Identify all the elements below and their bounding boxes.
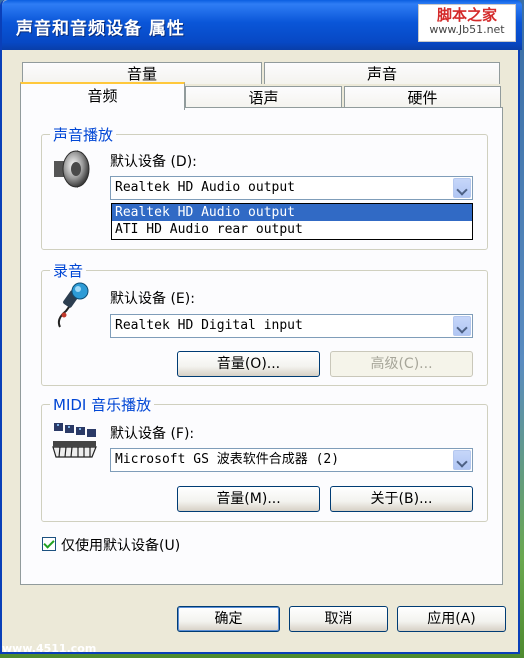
midi-default-device-label: 默认设备 (F): [110,423,194,443]
watermark-line2: www.Jb51.net [429,22,505,36]
microphone-icon [57,282,89,328]
tab-voice-label: 语声 [248,89,279,107]
tab-sounds[interactable]: 声音 [264,62,500,84]
chevron-down-icon[interactable] [453,178,471,198]
playback-label-text: 默认设备 [110,154,166,170]
recording-group: 录音 默认设备 (E): Realtek HD Digital input 音量… [41,260,488,386]
chevron-down-icon[interactable] [453,316,471,336]
recording-group-label: 录音 [50,260,87,281]
watermark-line1: 脚本之家 [436,6,497,24]
playback-default-device-label: 默认设备 (D): [110,151,197,171]
chevron-down-icon[interactable] [453,450,471,470]
midi-label-key: (F): [170,426,195,442]
tab-audio[interactable]: 音频 [20,82,185,110]
ok-button[interactable]: 确定 [177,606,280,632]
midi-label-text: 默认设备 [110,426,166,442]
midi-group: MIDI 音乐播放 默认设备 (F): Microsoft GS 波表软件合成器… [41,394,488,522]
playback-device-dropdown-list[interactable]: Realtek HD Audio output ATI HD Audio rea… [111,203,473,240]
speaker-icon [54,150,90,188]
recording-device-value: Realtek HD Digital input [115,318,303,333]
midi-about-button[interactable]: 关于(B)... [330,486,473,512]
only-default-checkbox[interactable] [42,537,56,551]
bottom-watermark: www.4511.com [2,642,97,655]
tab-voice[interactable]: 语声 [185,86,342,108]
recording-label-key: (E): [170,291,195,307]
midi-device-value: Microsoft GS 波表软件合成器 (2) [115,452,340,467]
midi-group-label: MIDI 音乐播放 [50,394,155,415]
properties-window: 声音和音频设备 属性 脚本之家 www.Jb51.net 音量 声音 音频 语声… [0,0,522,654]
playback-label-key: (D): [170,154,197,170]
tab-volume[interactable]: 音量 [22,62,262,84]
audio-tab-panel: 声音播放 默认设备 (D): Realtek HD Audio output 录… [20,107,503,585]
recording-default-device-label: 默认设备 (E): [110,288,195,308]
tab-volume-label: 音量 [126,65,157,83]
recording-device-select[interactable]: Realtek HD Digital input [110,314,473,338]
tab-hardware-label: 硬件 [407,89,438,107]
playback-device-value: Realtek HD Audio output [115,180,296,195]
playback-device-select[interactable]: Realtek HD Audio output [110,176,473,200]
title-bar[interactable]: 声音和音频设备 属性 脚本之家 www.Jb51.net [2,0,522,50]
recording-volume-button[interactable]: 音量(O)... [177,351,320,377]
midi-device-select[interactable]: Microsoft GS 波表软件合成器 (2) [110,448,473,472]
recording-advanced-button[interactable]: 高级(C)... [330,351,473,377]
window-title: 声音和音频设备 属性 [16,19,185,39]
only-default-label[interactable]: 仅使用默认设备(U) [61,535,180,555]
dropdown-option[interactable]: ATI HD Audio rear output [112,221,472,238]
tab-hardware[interactable]: 硬件 [344,86,501,108]
recording-label-text: 默认设备 [110,291,166,307]
tab-audio-label: 音频 [87,87,118,105]
apply-button[interactable]: 应用(A) [397,606,506,632]
midi-keyboard-icon [52,423,97,458]
cancel-button[interactable]: 取消 [289,606,388,632]
tab-sounds-label: 声音 [366,65,397,83]
site-watermark: 脚本之家 www.Jb51.net [418,4,516,42]
playback-group-label: 声音播放 [50,124,117,145]
midi-volume-button[interactable]: 音量(M)... [177,486,320,512]
dropdown-option-selected[interactable]: Realtek HD Audio output [112,204,472,221]
